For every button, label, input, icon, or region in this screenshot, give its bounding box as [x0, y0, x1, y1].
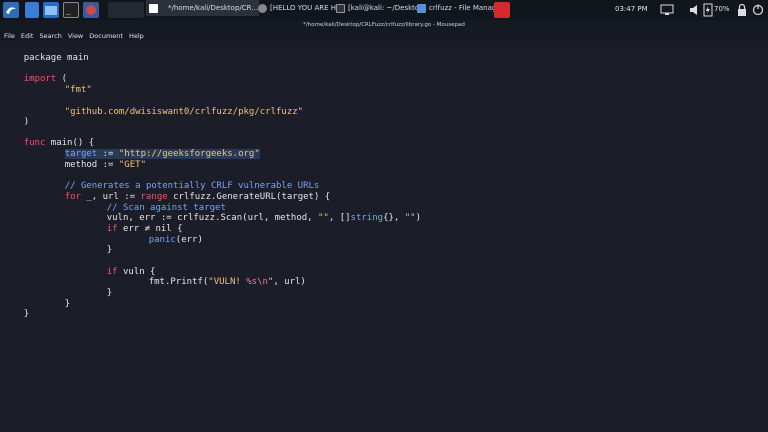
svg-text:_: _ [66, 6, 71, 15]
code-line: import ( [2, 63, 67, 84]
code-text: ) [23, 117, 30, 127]
code-line: fmt.Printf("VULN! %s\n", url) [127, 266, 306, 287]
lock-icon[interactable] [736, 3, 748, 17]
task-label: crlfuzz - File Manager [429, 4, 495, 12]
clock[interactable]: 03:47 PM [615, 5, 648, 13]
code-line: // Generates a potentially CRLF vulnerab… [43, 170, 320, 191]
task-label: */home/kali/Desktop/CR... [168, 4, 258, 12]
code-line: vuln, err := crlfuzz.Scan(url, method, "… [85, 202, 421, 223]
string-literal: "GET" [118, 160, 146, 170]
string-literal: "fmt" [64, 85, 92, 95]
terminal-icon [336, 3, 345, 13]
code-text: } [64, 299, 71, 309]
code-line-highlighted: target := "http://geeksforgeeks.org" [43, 138, 260, 159]
menu-help[interactable]: Help [129, 31, 144, 41]
code-text: , [] [328, 213, 351, 223]
code-line: func main() { [2, 127, 94, 148]
code-text: fmt.Printf( [148, 277, 209, 287]
recording-icon[interactable] [494, 2, 510, 18]
type-name: string [350, 213, 384, 223]
code-line: } [85, 277, 112, 298]
code-text: (err) [175, 235, 203, 245]
keyword: if [106, 267, 118, 277]
string-literal: "" [318, 213, 329, 223]
builtin-function: panic [148, 235, 176, 245]
network-icon[interactable] [660, 3, 674, 17]
volume-icon[interactable] [688, 3, 702, 17]
code-line: "fmt" [43, 74, 92, 95]
code-text: package main [23, 53, 89, 63]
kali-menu-icon[interactable] [3, 2, 19, 18]
menu-search[interactable]: Search [39, 31, 61, 41]
code-text: , url) [273, 277, 306, 287]
folder-icon [417, 3, 426, 13]
code-text: } [106, 288, 113, 298]
string-literal: "VULN! [208, 277, 247, 287]
code-text: ) [415, 213, 422, 223]
battery-percent: 70% [714, 5, 730, 13]
menu-document[interactable]: Document [89, 31, 123, 41]
code-text: {}, [383, 213, 405, 223]
file-manager-launcher-icon[interactable] [43, 2, 59, 18]
code-text: := [97, 160, 119, 170]
string-literal: "github.com/dwisiswant0/crlfuzz/pkg/crlf… [64, 107, 304, 117]
notification-icon[interactable] [684, 3, 685, 4]
task-file-manager[interactable]: crlfuzz - File Manager [414, 0, 495, 16]
task-label: [HELLO YOU ARE HACK... [270, 4, 341, 12]
code-line: package main [2, 42, 89, 63]
keyword: for [64, 192, 81, 202]
task-browser[interactable]: [HELLO YOU ARE HACK... [255, 0, 341, 16]
menu-edit[interactable]: Edit [21, 31, 34, 41]
code-text: } [23, 309, 30, 319]
code-line: } [2, 298, 29, 319]
format-verb: %s\n [246, 277, 268, 287]
mousepad-icon [149, 3, 158, 13]
task-mousepad[interactable]: */home/kali/Desktop/CR... [146, 0, 259, 16]
task-terminal[interactable]: [kali@kali: ~/Desktop/C... [333, 0, 418, 16]
terminal-launcher-icon[interactable]: _ [63, 2, 79, 18]
window-title: */home/kali/Desktop/CRLFuzz/crlfuzz/libr… [0, 20, 768, 31]
code-line: panic(err) [127, 224, 203, 245]
keyword: if [106, 224, 118, 234]
task-label: [kali@kali: ~/Desktop/C... [348, 4, 418, 12]
code-line: method := "GET" [43, 149, 146, 170]
string-literal: "" [404, 213, 416, 223]
code-line: } [43, 288, 70, 309]
code-editor[interactable]: package main import ( "fmt" "github.com/… [0, 41, 768, 432]
taskbar: _ */home/kali/Desktop/CR... [HELLO YOU A… [0, 0, 768, 21]
code-text: method [64, 160, 98, 170]
code-line: "github.com/dwisiswant0/crlfuzz/pkg/crlf… [43, 96, 303, 117]
browser-icon [258, 3, 267, 13]
show-desktop-icon[interactable] [25, 2, 39, 18]
power-icon[interactable] [752, 3, 764, 17]
code-line: if err ≠ nil { [85, 213, 183, 234]
code-line: for _, url := range crlfuzz.GenerateURL(… [43, 181, 331, 202]
code-line: ) [2, 106, 29, 127]
code-line: } [85, 234, 112, 255]
menu-file[interactable]: File [4, 31, 15, 41]
menu-bar: File Edit Search View Document Help [0, 31, 768, 41]
battery-icon[interactable] [703, 3, 713, 17]
browser-launcher-icon[interactable] [83, 2, 99, 18]
workspace-switcher[interactable] [108, 2, 144, 18]
menu-view[interactable]: View [68, 31, 83, 41]
code-text: } [106, 245, 113, 255]
